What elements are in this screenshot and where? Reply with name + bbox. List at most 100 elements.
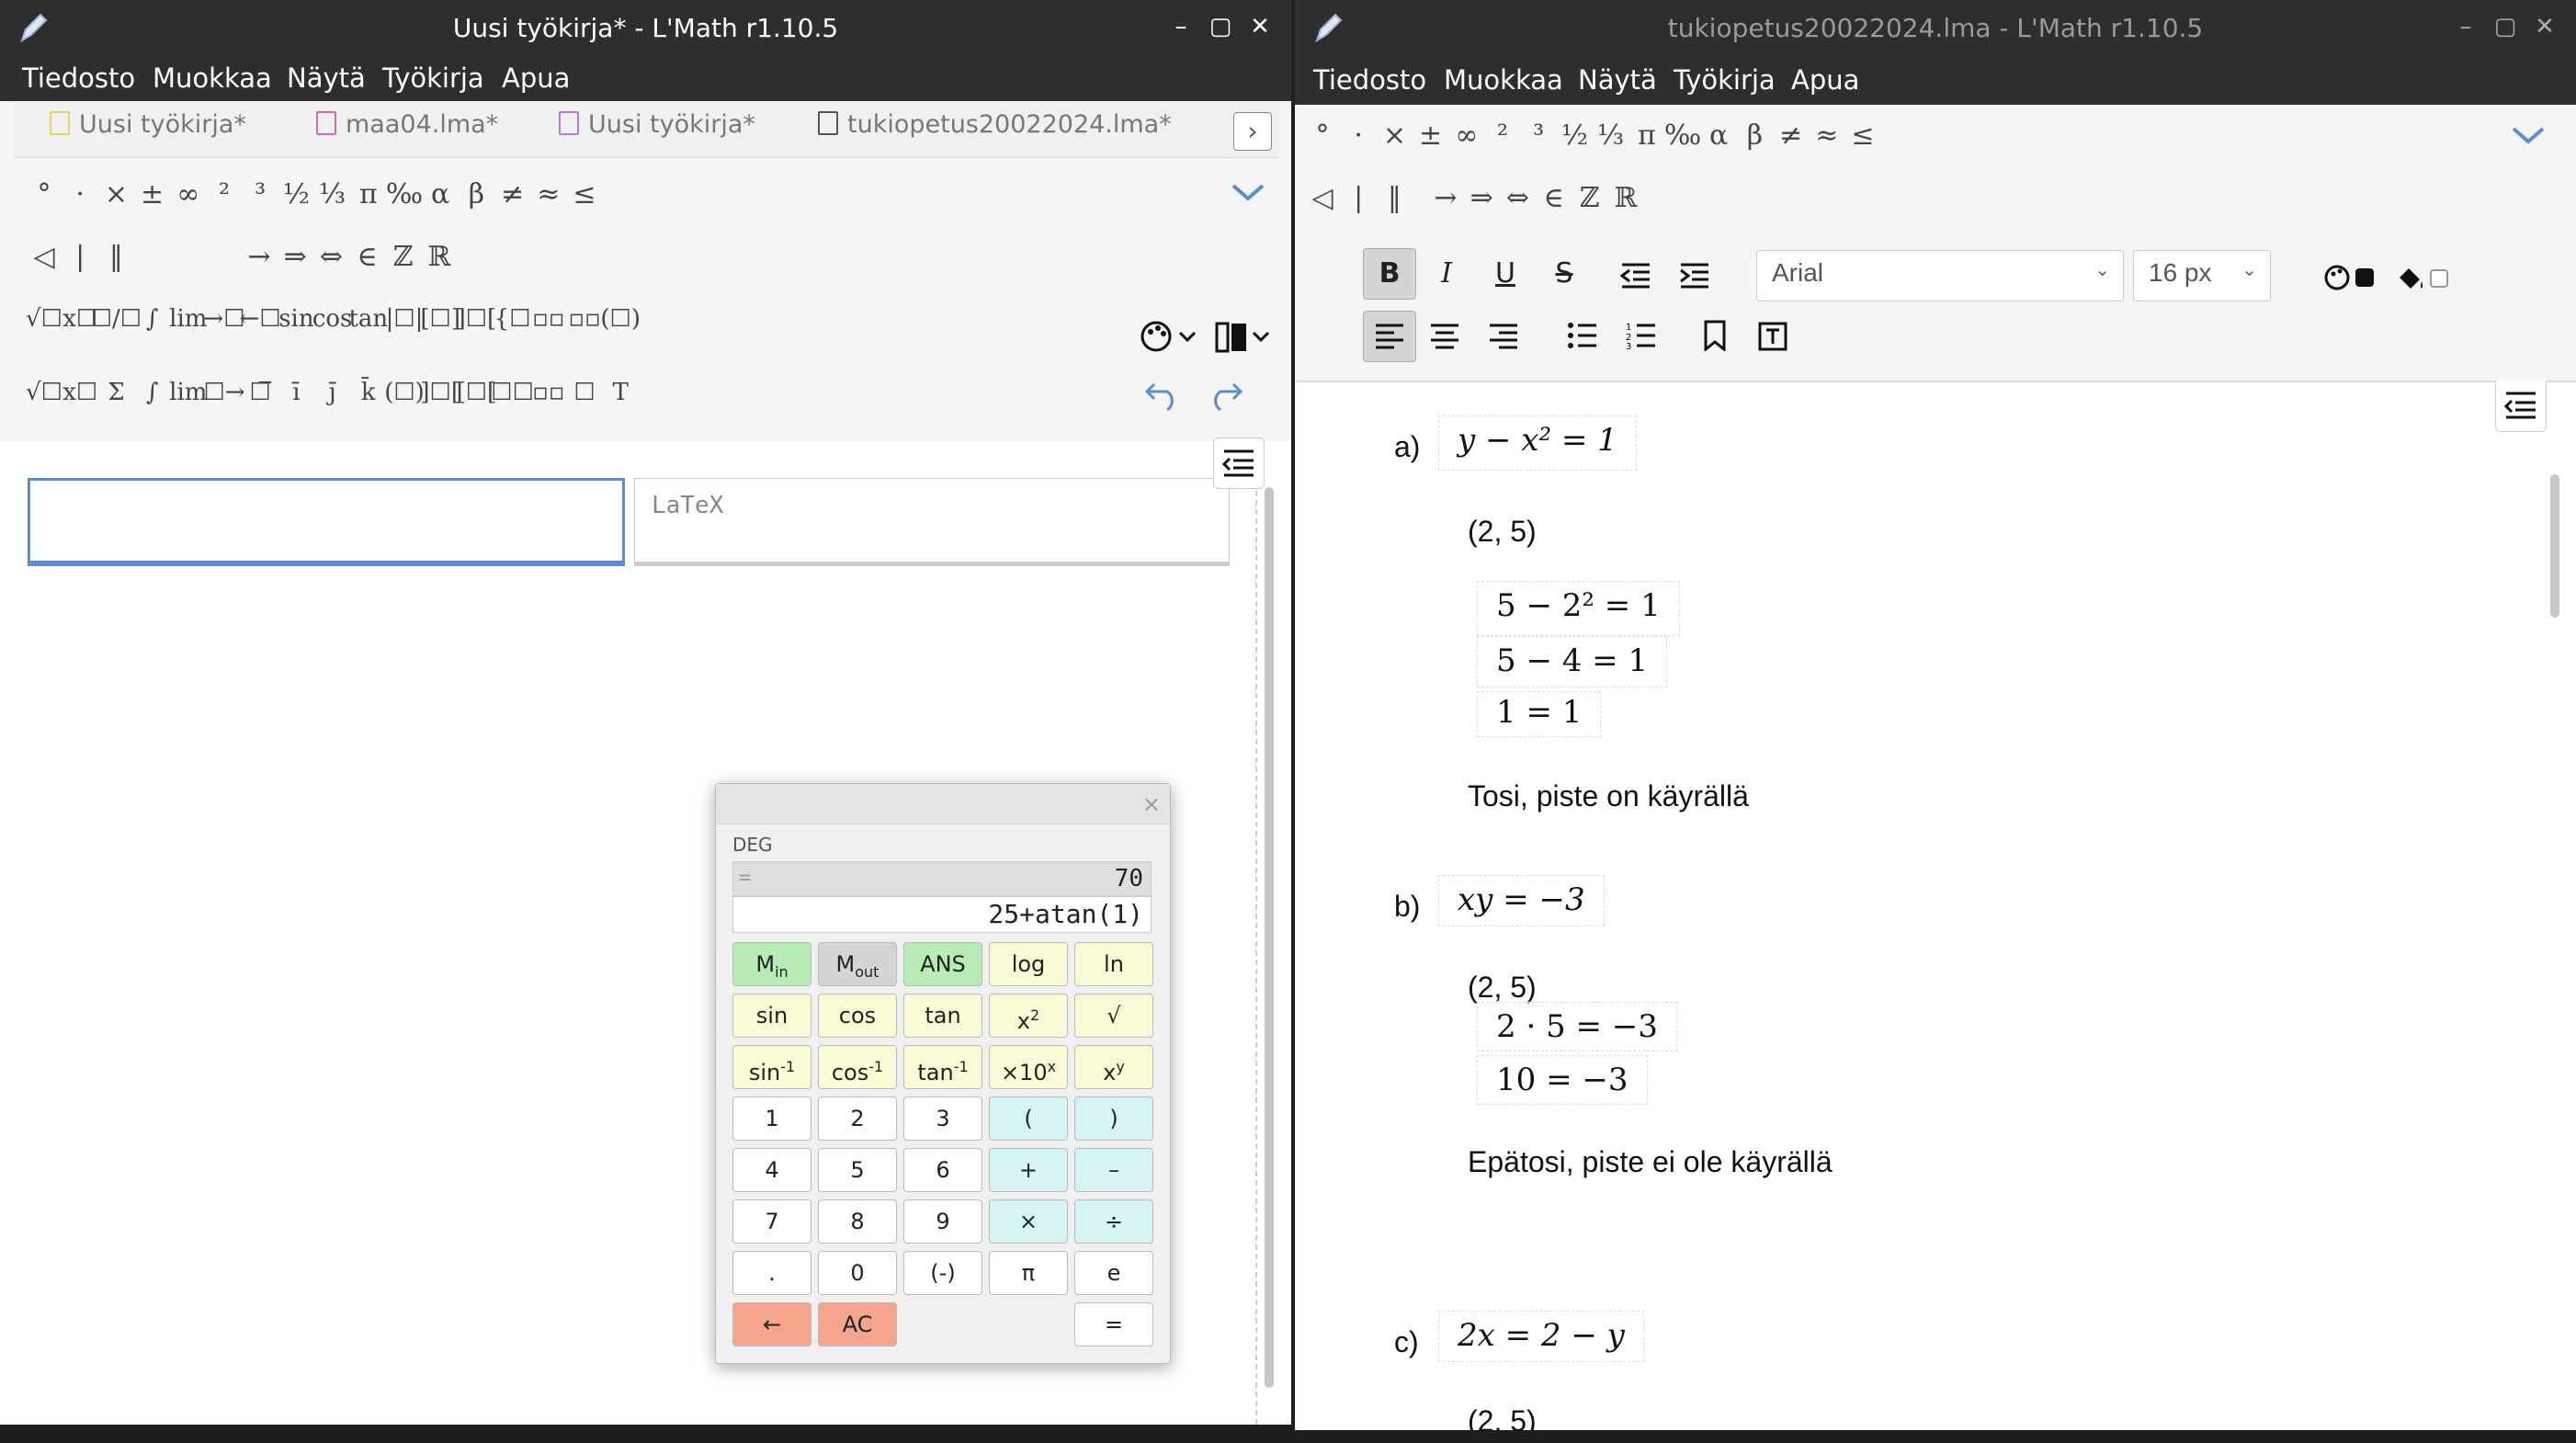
tab-uusi-tyokirja-2[interactable]: Uusi työkirja* xyxy=(559,110,755,154)
menu-nayta[interactable]: Näytä xyxy=(1578,64,1657,96)
minimize-button[interactable]: – xyxy=(1163,13,1199,40)
menu-muokkaa[interactable]: Muokkaa xyxy=(153,62,272,94)
latex-input[interactable]: LaTeX xyxy=(634,478,1230,562)
menu-muokkaa[interactable]: Muokkaa xyxy=(1444,64,1563,96)
chevron-down-icon[interactable] xyxy=(2510,123,2547,147)
calc-key-7-4[interactable]: = xyxy=(1074,1302,1153,1346)
menu-apua[interactable]: Apua xyxy=(502,62,570,94)
equation-b[interactable]: xy = −3 xyxy=(1438,875,1605,926)
calc-key-4-3[interactable]: + xyxy=(989,1148,1068,1192)
calc-key-5-1[interactable]: 8 xyxy=(818,1199,897,1244)
calc-key-3-4[interactable]: ) xyxy=(1074,1096,1153,1141)
calc-key-0-3[interactable]: log xyxy=(989,942,1068,986)
chevron-down-icon[interactable] xyxy=(1230,180,1266,204)
undo-icon[interactable] xyxy=(1143,377,1184,414)
minimize-button[interactable]: – xyxy=(2447,13,2484,40)
title-bar[interactable]: Uusi työkirja* - L'Math r1.10.5 – ▢ ✕ xyxy=(0,0,1291,59)
calc-key-4-4[interactable]: – xyxy=(1074,1148,1153,1192)
symbols_row1-15[interactable]: ≤ xyxy=(557,178,612,210)
indent-icon[interactable] xyxy=(1679,263,1710,289)
symbols_row2-8[interactable]: ℝ xyxy=(1598,182,1653,214)
calc-key-2-1[interactable]: cos-1 xyxy=(818,1045,897,1089)
calc-key-3-0[interactable]: 1 xyxy=(732,1096,811,1141)
close-button[interactable]: ✕ xyxy=(1242,13,1278,40)
calc-key-0-1[interactable]: Mout xyxy=(818,942,897,986)
calc-key-3-1[interactable]: 2 xyxy=(818,1096,897,1141)
calc-key-4-1[interactable]: 5 xyxy=(818,1148,897,1192)
symbols_row1-15[interactable]: ≤ xyxy=(1835,119,1890,152)
menu-apua[interactable]: Apua xyxy=(1791,64,1859,96)
menu-tyokirja[interactable]: Työkirja xyxy=(382,62,484,94)
calc-key-1-4[interactable]: √ xyxy=(1074,994,1153,1038)
calc-key-4-2[interactable]: 6 xyxy=(903,1148,982,1192)
tab-tukiopetus[interactable]: tukiopetus20022024.lma* xyxy=(818,110,1172,154)
symbols_row2-2[interactable]: ‖ xyxy=(88,241,143,273)
symbols_row2-8[interactable]: ℝ xyxy=(412,241,467,273)
underline-button[interactable]: U xyxy=(1482,250,1528,298)
templates_row1-16[interactable]: (☐) xyxy=(593,305,648,333)
tab-uusi-tyokirja[interactable]: Uusi työkirja* xyxy=(50,110,246,154)
vertical-scrollbar[interactable] xyxy=(1265,487,1274,1388)
equation-c[interactable]: 2x = 2 − y xyxy=(1438,1311,1644,1362)
redo-icon[interactable] xyxy=(1204,377,1244,414)
menu-nayta[interactable]: Näytä xyxy=(287,62,366,94)
step-b-2[interactable]: 10 = −3 xyxy=(1477,1055,1648,1105)
toggle-sidebar-button[interactable] xyxy=(1213,437,1265,489)
calc-key-7-1[interactable]: AC xyxy=(818,1302,897,1346)
bookmark-icon[interactable] xyxy=(1703,320,1727,351)
calc-key-5-4[interactable]: ÷ xyxy=(1074,1199,1153,1244)
step-a-2[interactable]: 5 − 4 = 1 xyxy=(1477,636,1668,687)
calc-key-1-1[interactable]: cos xyxy=(818,994,897,1038)
menu-tiedosto[interactable]: Tiedosto xyxy=(1313,64,1426,96)
templates_row2-16[interactable]: T xyxy=(593,379,648,406)
calculator-header[interactable]: × xyxy=(716,784,1170,824)
vertical-scrollbar[interactable] xyxy=(2550,474,2559,618)
font-size-dropdown[interactable]: 16 px ⌄ xyxy=(2133,250,2271,301)
calc-key-2-4[interactable]: xy xyxy=(1074,1045,1153,1089)
numbered-list-icon[interactable]: 123 xyxy=(1626,322,1657,349)
calc-key-5-3[interactable]: × xyxy=(989,1199,1068,1244)
text-color-icon[interactable] xyxy=(2324,263,2385,294)
step-a-3[interactable]: 1 = 1 xyxy=(1477,691,1602,737)
bullet-list-icon[interactable] xyxy=(1567,322,1598,349)
calc-key-3-3[interactable]: ( xyxy=(989,1096,1068,1141)
tab-maa04[interactable]: maa04.lma* xyxy=(316,110,498,154)
outdent-icon[interactable] xyxy=(1620,263,1651,289)
calc-key-1-3[interactable]: x2 xyxy=(989,994,1068,1038)
bold-button[interactable]: B xyxy=(1363,248,1416,300)
calc-key-1-2[interactable]: tan xyxy=(903,994,982,1038)
font-family-dropdown[interactable]: Arial ⌄ xyxy=(1756,250,2124,301)
menu-tiedosto[interactable]: Tiedosto xyxy=(22,62,135,94)
calc-key-2-3[interactable]: ×10x xyxy=(989,1045,1068,1089)
text-box-icon[interactable] xyxy=(1758,322,1787,351)
maximize-button[interactable]: ▢ xyxy=(2487,13,2524,40)
symbols_row2-2[interactable]: ‖ xyxy=(1367,182,1422,214)
strikethrough-button[interactable]: S xyxy=(1541,250,1587,298)
close-button[interactable]: ✕ xyxy=(2526,13,2563,40)
maximize-button[interactable]: ▢ xyxy=(1202,13,1239,40)
align-right-icon[interactable] xyxy=(1488,324,1519,349)
fill-color-icon[interactable] xyxy=(2394,263,2455,294)
step-b-1[interactable]: 2 · 5 = −3 xyxy=(1477,1002,1677,1051)
insert-column-icon[interactable] xyxy=(1213,318,1276,355)
calc-key-6-2[interactable]: (-) xyxy=(903,1251,982,1295)
math-input-field[interactable] xyxy=(28,478,625,566)
calc-key-5-2[interactable]: 9 xyxy=(903,1199,982,1244)
calc-key-6-0[interactable]: . xyxy=(732,1251,811,1295)
calc-key-6-3[interactable]: π xyxy=(989,1251,1068,1295)
title-bar[interactable]: tukiopetus20022024.lma - L'Math r1.10.5 … xyxy=(1295,0,2576,59)
calculator-close-button[interactable]: × xyxy=(1142,791,1161,817)
equation-a[interactable]: y − x² = 1 xyxy=(1438,415,1637,471)
calc-key-0-4[interactable]: ln xyxy=(1074,942,1153,986)
calc-key-1-0[interactable]: sin xyxy=(732,994,811,1038)
calc-key-6-1[interactable]: 0 xyxy=(818,1251,897,1295)
align-center-icon[interactable] xyxy=(1429,324,1460,349)
calc-key-0-2[interactable]: ANS xyxy=(903,942,982,986)
calc-key-4-0[interactable]: 4 xyxy=(732,1148,811,1192)
calc-key-2-2[interactable]: tan-1 xyxy=(903,1045,982,1089)
calc-key-2-0[interactable]: sin-1 xyxy=(732,1045,811,1089)
calc-key-0-0[interactable]: Min xyxy=(732,942,811,986)
toggle-sidebar-button[interactable] xyxy=(2495,381,2547,432)
tab-scroll-right-button[interactable]: › xyxy=(1233,112,1272,151)
calc-key-6-4[interactable]: e xyxy=(1074,1251,1153,1295)
